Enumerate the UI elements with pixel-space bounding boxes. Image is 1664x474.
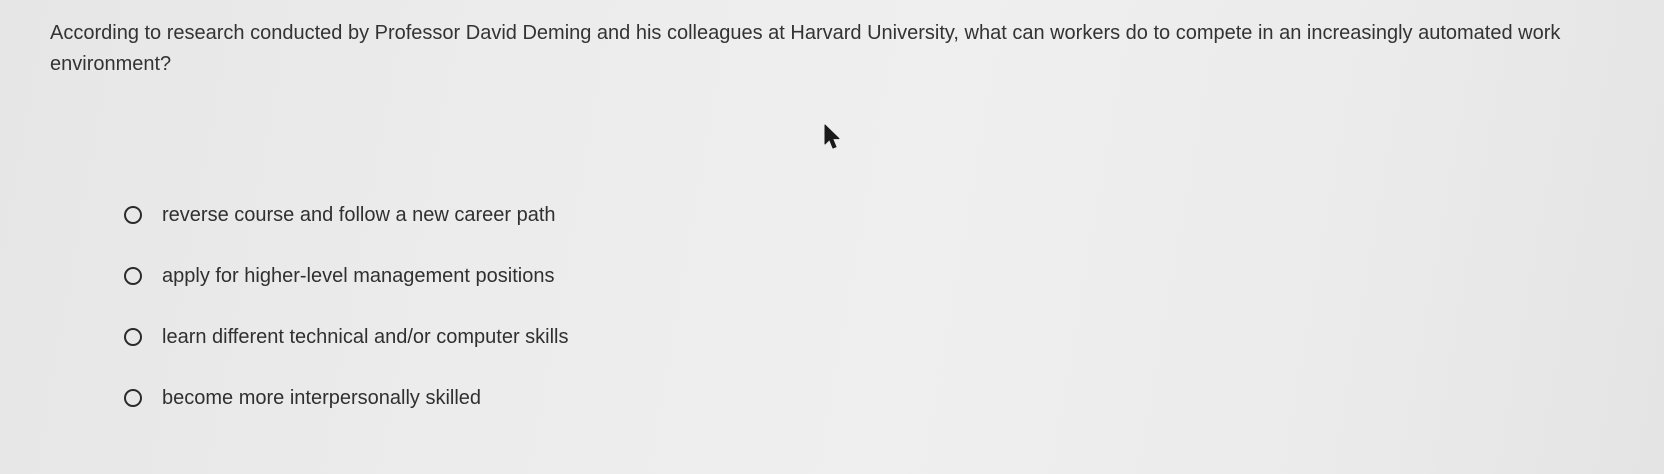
answer-option-1[interactable]: reverse course and follow a new career p… xyxy=(124,200,569,230)
radio-button-4[interactable] xyxy=(124,389,142,407)
answer-label-1: reverse course and follow a new career p… xyxy=(162,203,556,226)
mouse-pointer-icon xyxy=(824,124,840,149)
question-text: According to research conducted by Profe… xyxy=(50,22,1561,75)
answer-options: reverse course and follow a new career p… xyxy=(124,200,569,413)
answer-option-4[interactable]: become more interpersonally skilled xyxy=(124,383,569,413)
radio-button-3[interactable] xyxy=(124,328,142,346)
answer-label-3: learn different technical and/or compute… xyxy=(162,325,569,348)
answer-option-2[interactable]: apply for higher-level management positi… xyxy=(124,261,569,291)
answer-label-2: apply for higher-level management positi… xyxy=(162,264,555,287)
answer-option-3[interactable]: learn different technical and/or compute… xyxy=(124,322,569,352)
radio-button-1[interactable] xyxy=(124,206,142,224)
radio-button-2[interactable] xyxy=(124,267,142,285)
answer-label-4: become more interpersonally skilled xyxy=(162,386,482,409)
quiz-question-page: According to research conducted by Profe… xyxy=(0,0,1664,474)
